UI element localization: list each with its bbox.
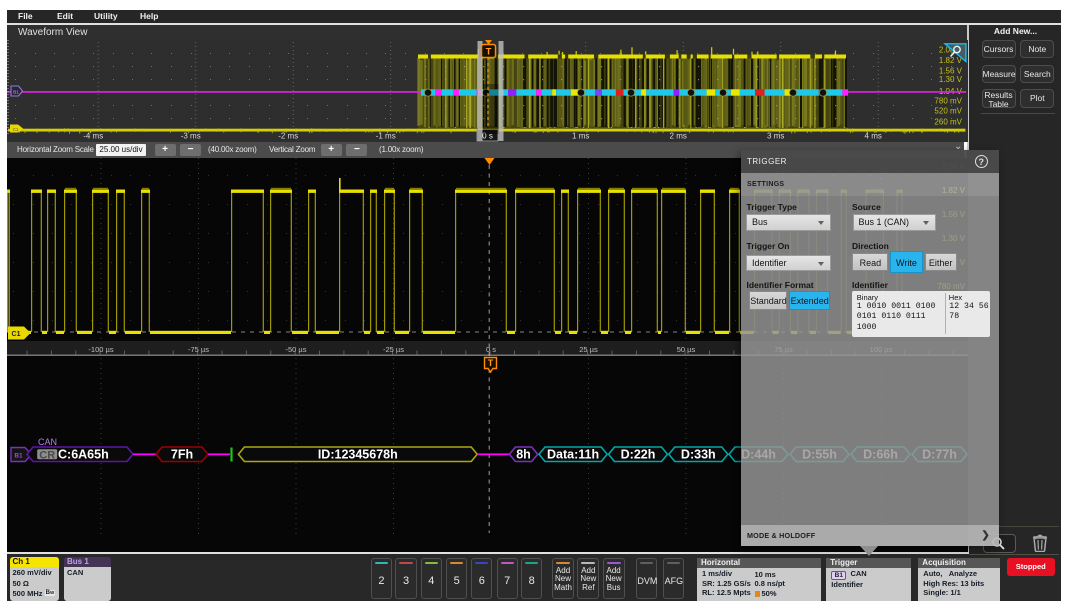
- svg-text:2 ms: 2 ms: [670, 132, 687, 141]
- svg-text:-50 µs: -50 µs: [286, 345, 307, 354]
- svg-text:-100 µs: -100 µs: [88, 345, 113, 354]
- svg-text:1.30 V: 1.30 V: [939, 75, 963, 84]
- svg-text:-1 ms: -1 ms: [376, 132, 396, 141]
- svg-text:B1: B1: [13, 90, 19, 95]
- svg-text:B1: B1: [14, 453, 23, 460]
- svg-text:0 s: 0 s: [486, 345, 496, 354]
- svg-text:C1: C1: [13, 127, 19, 132]
- svg-text:CAN: CAN: [38, 437, 57, 447]
- svg-text:-75 µs: -75 µs: [188, 345, 209, 354]
- svg-text:8h: 8h: [516, 448, 531, 462]
- svg-text:Data:11h: Data:11h: [547, 448, 599, 462]
- svg-text:-25 µs: -25 µs: [383, 345, 404, 354]
- svg-text:3 ms: 3 ms: [767, 132, 784, 141]
- svg-text:C:6A65h: C:6A65h: [58, 448, 109, 462]
- svg-text:260 mV: 260 mV: [934, 118, 962, 127]
- svg-text:D:22h: D:22h: [621, 448, 656, 462]
- svg-text:780 mV: 780 mV: [934, 97, 962, 106]
- svg-text:-2 ms: -2 ms: [278, 132, 298, 141]
- svg-text:T: T: [486, 47, 492, 58]
- svg-text:4 ms: 4 ms: [865, 132, 882, 141]
- svg-text:C1: C1: [12, 331, 21, 338]
- svg-text:-4 ms: -4 ms: [83, 132, 103, 141]
- svg-text:520 mV: 520 mV: [934, 107, 962, 116]
- svg-text:50 µs: 50 µs: [677, 345, 696, 354]
- svg-text:7Fh: 7Fh: [171, 448, 193, 462]
- svg-text:-3 ms: -3 ms: [181, 132, 201, 141]
- svg-text:D:33h: D:33h: [681, 448, 716, 462]
- svg-text:1 ms: 1 ms: [572, 132, 589, 141]
- svg-text:T: T: [488, 358, 494, 368]
- svg-text:ID:12345678h: ID:12345678h: [318, 448, 398, 462]
- svg-text:1.82 V: 1.82 V: [939, 56, 963, 65]
- svg-text:CR: CR: [39, 450, 55, 462]
- svg-text:25 µs: 25 µs: [579, 345, 598, 354]
